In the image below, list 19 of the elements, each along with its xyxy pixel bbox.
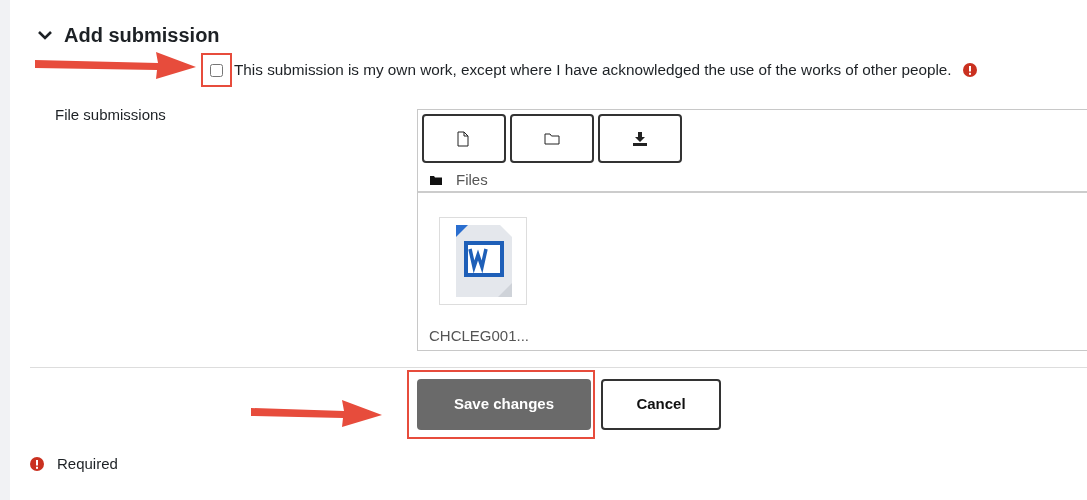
acknowledgement-text: This submission is my own work, except where I have acknowledged the use of the works of other people.	[234, 59, 952, 80]
download-button[interactable]	[598, 114, 682, 163]
save-button[interactable]: Save changes	[417, 379, 591, 430]
field-label: File submissions	[55, 105, 167, 125]
section-title: Add submission	[64, 23, 220, 48]
download-icon	[632, 130, 648, 147]
folder-button[interactable]	[510, 114, 594, 163]
file-name[interactable]: CHCLEG001...	[429, 325, 530, 348]
file-button[interactable]	[422, 114, 506, 163]
folder-icon	[430, 175, 442, 186]
folder-icon	[544, 130, 560, 147]
required-icon	[30, 457, 44, 472]
folder-path[interactable]: Files	[456, 169, 488, 192]
checkbox[interactable]	[210, 63, 223, 77]
chevron-down-icon[interactable]	[38, 30, 52, 40]
required-note: Required	[57, 454, 118, 474]
cancel-button[interactable]: Cancel	[601, 379, 721, 430]
file-thumbnail[interactable]	[439, 217, 527, 305]
file-icon	[456, 130, 472, 147]
